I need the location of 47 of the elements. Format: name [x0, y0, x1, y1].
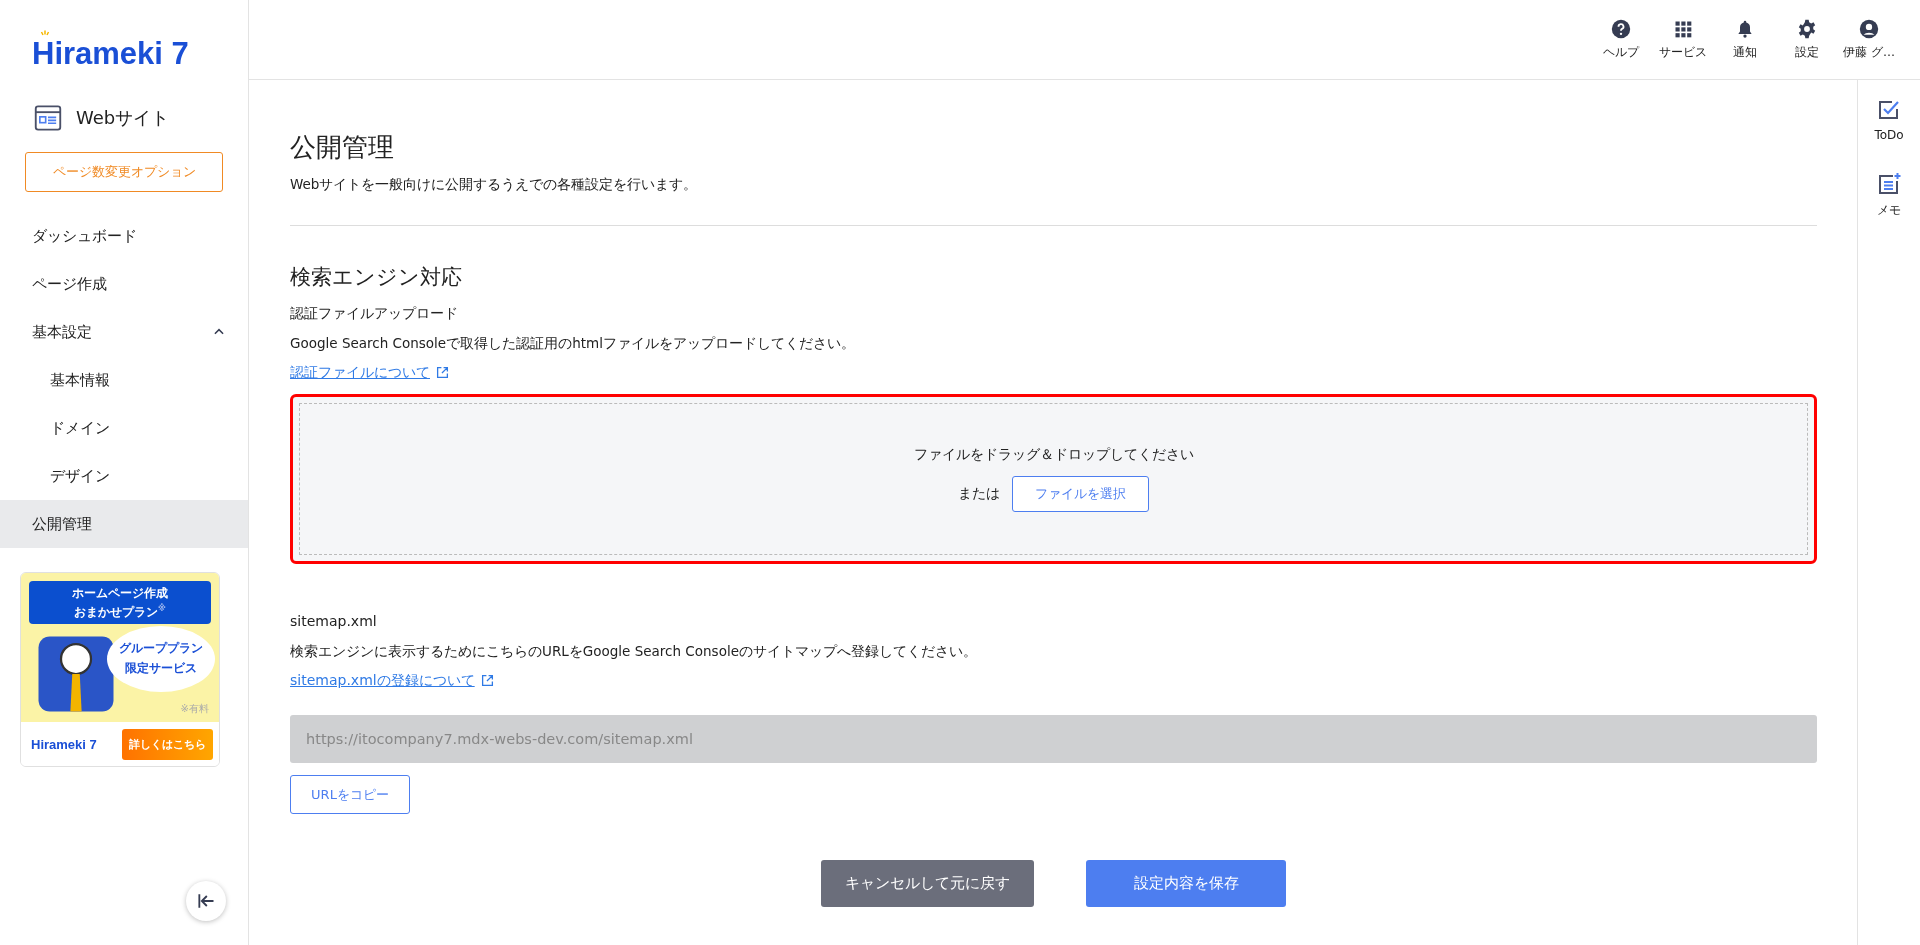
collapse-arrow-icon: [196, 891, 216, 911]
or-label: または: [958, 485, 1000, 503]
settings-icon: [1797, 18, 1817, 39]
header-action[interactable]: 通知: [1718, 18, 1772, 61]
help-icon: [1611, 18, 1631, 39]
cancel-button[interactable]: キャンセルして元に戻す: [821, 860, 1034, 907]
note-icon: [1877, 172, 1901, 196]
speech-bubble: グループプラン 限定サービス: [107, 625, 215, 692]
sidebar-item[interactable]: 公開管理: [0, 500, 248, 548]
sidebar-item[interactable]: ダッシュボード: [0, 212, 248, 260]
sidebar-item[interactable]: 基本設定: [0, 308, 248, 356]
field-description: Google Search Consoleで取得した認証用のhtmlファイルをアップロードしてください。: [290, 334, 856, 353]
banner-note: ※有料: [180, 701, 209, 716]
field-description: 検索エンジンに表示するためにこちらのURLをGoogle Search Consoleのサイトマップへ登録してください。: [290, 642, 978, 661]
collapse-button[interactable]: [186, 881, 226, 921]
page-title: 公開管理: [290, 131, 395, 164]
help-link[interactable]: sitemap.xmlの登録について: [290, 669, 494, 691]
help-link[interactable]: 認証ファイルについて: [290, 361, 449, 383]
header-action[interactable]: 伊藤 グ…: [1842, 18, 1896, 61]
external-link-icon: [436, 365, 449, 379]
field-label: sitemap.xml: [290, 612, 378, 631]
banner-logo: Hirameki 7: [31, 736, 97, 752]
drop-instruction: ファイルをドラッグ＆ドロップしてください: [913, 446, 1194, 464]
section-title: 検索エンジン対応: [290, 264, 463, 291]
browser-window-icon: [34, 103, 62, 132]
sidebar-item[interactable]: デザイン: [0, 452, 248, 500]
sidebar-item[interactable]: 基本情報: [0, 356, 248, 404]
sidebar-item[interactable]: ドメイン: [0, 404, 248, 452]
header-action[interactable]: サービス: [1656, 18, 1710, 61]
rail-action[interactable]: メモ: [1877, 172, 1901, 219]
product-name: Webサイト: [76, 105, 170, 130]
copy-url-button[interactable]: URLをコピー: [290, 775, 410, 814]
save-button[interactable]: 設定内容を保存: [1086, 860, 1286, 907]
user-icon: [1859, 18, 1879, 39]
external-link-icon: [480, 673, 494, 687]
logo[interactable]: Hirameki 7: [32, 38, 189, 70]
header-action[interactable]: ヘルプ: [1594, 18, 1648, 61]
checkbox-icon: [1877, 98, 1901, 122]
header-action[interactable]: 設定: [1780, 18, 1834, 61]
rail-action[interactable]: ToDo: [1874, 98, 1904, 142]
field-label: 認証ファイルアップロード: [290, 304, 459, 323]
banner-headline: ホームページ作成 おまかせプラン$^{※}$: [29, 581, 211, 624]
ad-banner[interactable]: ホームページ作成 おまかせプラン$^{※}$ グループプラン 限定サービス ※有料 Hirameki 7 詳しくはこちら: [20, 572, 220, 767]
select-file-button[interactable]: ファイルを選択: [1012, 476, 1149, 512]
drop-zone[interactable]: ファイルをドラッグ＆ドロップしてください または ファイルを選択: [290, 394, 1817, 564]
page-description: Webサイトを一般向けに公開するうえでの各種設定を行います。: [290, 175, 699, 194]
sidebar-item[interactable]: ページ作成: [0, 260, 248, 308]
